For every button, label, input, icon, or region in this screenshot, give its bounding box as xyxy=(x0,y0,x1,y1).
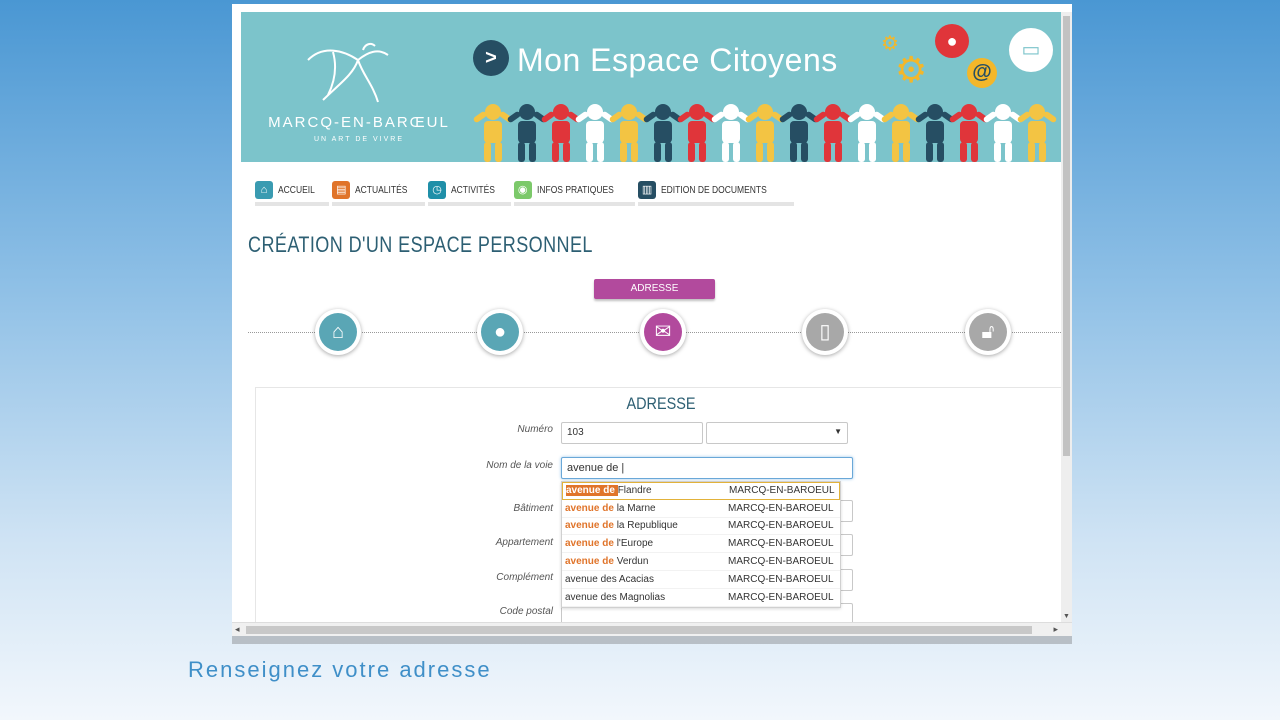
step-identity[interactable]: ● xyxy=(477,309,523,355)
suggestion-item[interactable]: avenue de la Marne MARCQ-EN-BAROEUL xyxy=(562,500,840,518)
credit-card-icon: ▭ xyxy=(1009,28,1053,72)
header-banner: MARCQ-EN-BARŒUL UN ART DE VIVRE > Mon Es… xyxy=(241,12,1061,162)
complement-label: Complément xyxy=(496,572,553,583)
nav-item-infos-pratiques[interactable]: ◉ INFOS PRATIQUES xyxy=(513,178,636,206)
nav-label: ACTIVITÉS xyxy=(451,184,495,196)
step-home[interactable]: ⌂ xyxy=(315,309,361,355)
appartement-label: Appartement xyxy=(495,537,553,548)
nav-item-activites[interactable]: ◷ ACTIVITÉS xyxy=(428,178,511,206)
suggestion-item[interactable]: avenue de Verdun MARCQ-EN-BAROEUL xyxy=(562,553,840,571)
logo-name: MARCQ-EN-BARŒUL xyxy=(268,114,450,131)
batiment-label: Bâtiment xyxy=(513,503,553,514)
lock-icon: 🔓︎ xyxy=(969,313,1007,351)
vertical-scrollbar[interactable]: ▼ xyxy=(1061,12,1072,622)
suggestion-item[interactable]: avenue des Acacias MARCQ-EN-BAROEUL xyxy=(562,571,840,589)
nav-label: INFOS PRATIQUES xyxy=(536,184,614,196)
logo-tagline: UN ART DE VIVRE xyxy=(313,136,405,143)
nav-item-actualites[interactable]: ▤ ACTUALITÉS xyxy=(332,178,426,206)
numero-input[interactable]: 103 xyxy=(561,422,703,444)
active-step-badge: ADRESSE xyxy=(594,279,715,299)
nav-item-accueil[interactable]: ⌂ ACCUEIL xyxy=(255,178,330,206)
home-icon: ⌂ xyxy=(319,313,357,351)
gear-icon: ⚙ xyxy=(895,49,928,90)
horizontal-scrollbar[interactable]: ◂ ▸ xyxy=(232,622,1072,636)
arrow-down-icon[interactable]: ▼ xyxy=(1063,613,1070,620)
scrollbar-thumb[interactable] xyxy=(246,626,1032,634)
chevron-right-icon: > xyxy=(473,40,509,76)
clock-icon: ◷ xyxy=(428,181,447,199)
suggestion-item[interactable]: avenue des Magnolias MARCQ-EN-BAROEUL xyxy=(562,589,840,607)
person-figure-icon xyxy=(1016,104,1058,162)
slide-caption: Renseignez votre adresse xyxy=(188,657,492,682)
people-illustration xyxy=(472,104,1061,162)
suggestion-item[interactable]: avenue de Flandre MARCQ-EN-BAROEUL xyxy=(562,482,840,500)
main-nav: ⌂ ACCUEIL ▤ ACTUALITÉS ◷ ACTIVITÉS ◉ INF… xyxy=(255,178,797,208)
user-icon: ● xyxy=(481,313,519,351)
home-icon: ⌂ xyxy=(255,181,273,199)
numero-suffix-select[interactable]: ▼ xyxy=(706,422,848,444)
step-phone: ▯ xyxy=(802,309,848,355)
nav-label: ACCUEIL xyxy=(278,184,315,196)
chevron-down-icon: ▼ xyxy=(834,427,842,436)
voie-input[interactable]: avenue de | xyxy=(561,457,853,479)
numero-label: Numéro xyxy=(517,424,553,435)
horse-logo-icon xyxy=(307,42,389,103)
envelope-icon: ✉ xyxy=(644,313,682,351)
nav-item-edition-documents[interactable]: ▥ EDITION DE DOCUMENTS xyxy=(638,178,794,206)
printer-icon: ▥ xyxy=(638,181,657,199)
step-address[interactable]: ✉ xyxy=(640,309,686,355)
scrollbar-thumb[interactable] xyxy=(1063,16,1070,456)
form-title: ADRESSE xyxy=(626,394,696,413)
user-icon: ● xyxy=(935,24,969,58)
page-title: CRÉATION D'UN ESPACE PERSONNEL xyxy=(248,232,593,257)
newspaper-icon: ▤ xyxy=(332,181,351,199)
lightbulb-icon: ◉ xyxy=(513,181,532,199)
code-postal-label: Code postal xyxy=(499,606,553,617)
browser-window: MARCQ-EN-BARŒUL UN ART DE VIVRE > Mon Es… xyxy=(232,4,1072,644)
nav-label: EDITION DE DOCUMENTS xyxy=(661,184,767,196)
step-security: 🔓︎ xyxy=(965,309,1011,355)
at-sign-icon: @ xyxy=(967,58,997,88)
voie-label: Nom de la voie xyxy=(486,460,553,471)
suggestion-item[interactable]: avenue de l'Europe MARCQ-EN-BAROEUL xyxy=(562,535,840,554)
nav-label: ACTUALITÉS xyxy=(355,184,408,196)
arrow-right-icon[interactable]: ▸ xyxy=(1053,624,1058,635)
street-autocomplete-list: avenue de Flandre MARCQ-EN-BAROEUL avenu… xyxy=(561,481,841,608)
web-page: MARCQ-EN-BARŒUL UN ART DE VIVRE > Mon Es… xyxy=(241,12,1061,622)
phone-icon: ▯ xyxy=(806,313,844,351)
browser-bottom-strip xyxy=(232,636,1072,644)
suggestion-item[interactable]: avenue de la Republique MARCQ-EN-BAROEUL xyxy=(562,518,840,536)
browser-top-strip xyxy=(232,4,1072,12)
app-title: Mon Espace Citoyens xyxy=(517,42,838,78)
arrow-left-icon[interactable]: ◂ xyxy=(235,624,240,635)
